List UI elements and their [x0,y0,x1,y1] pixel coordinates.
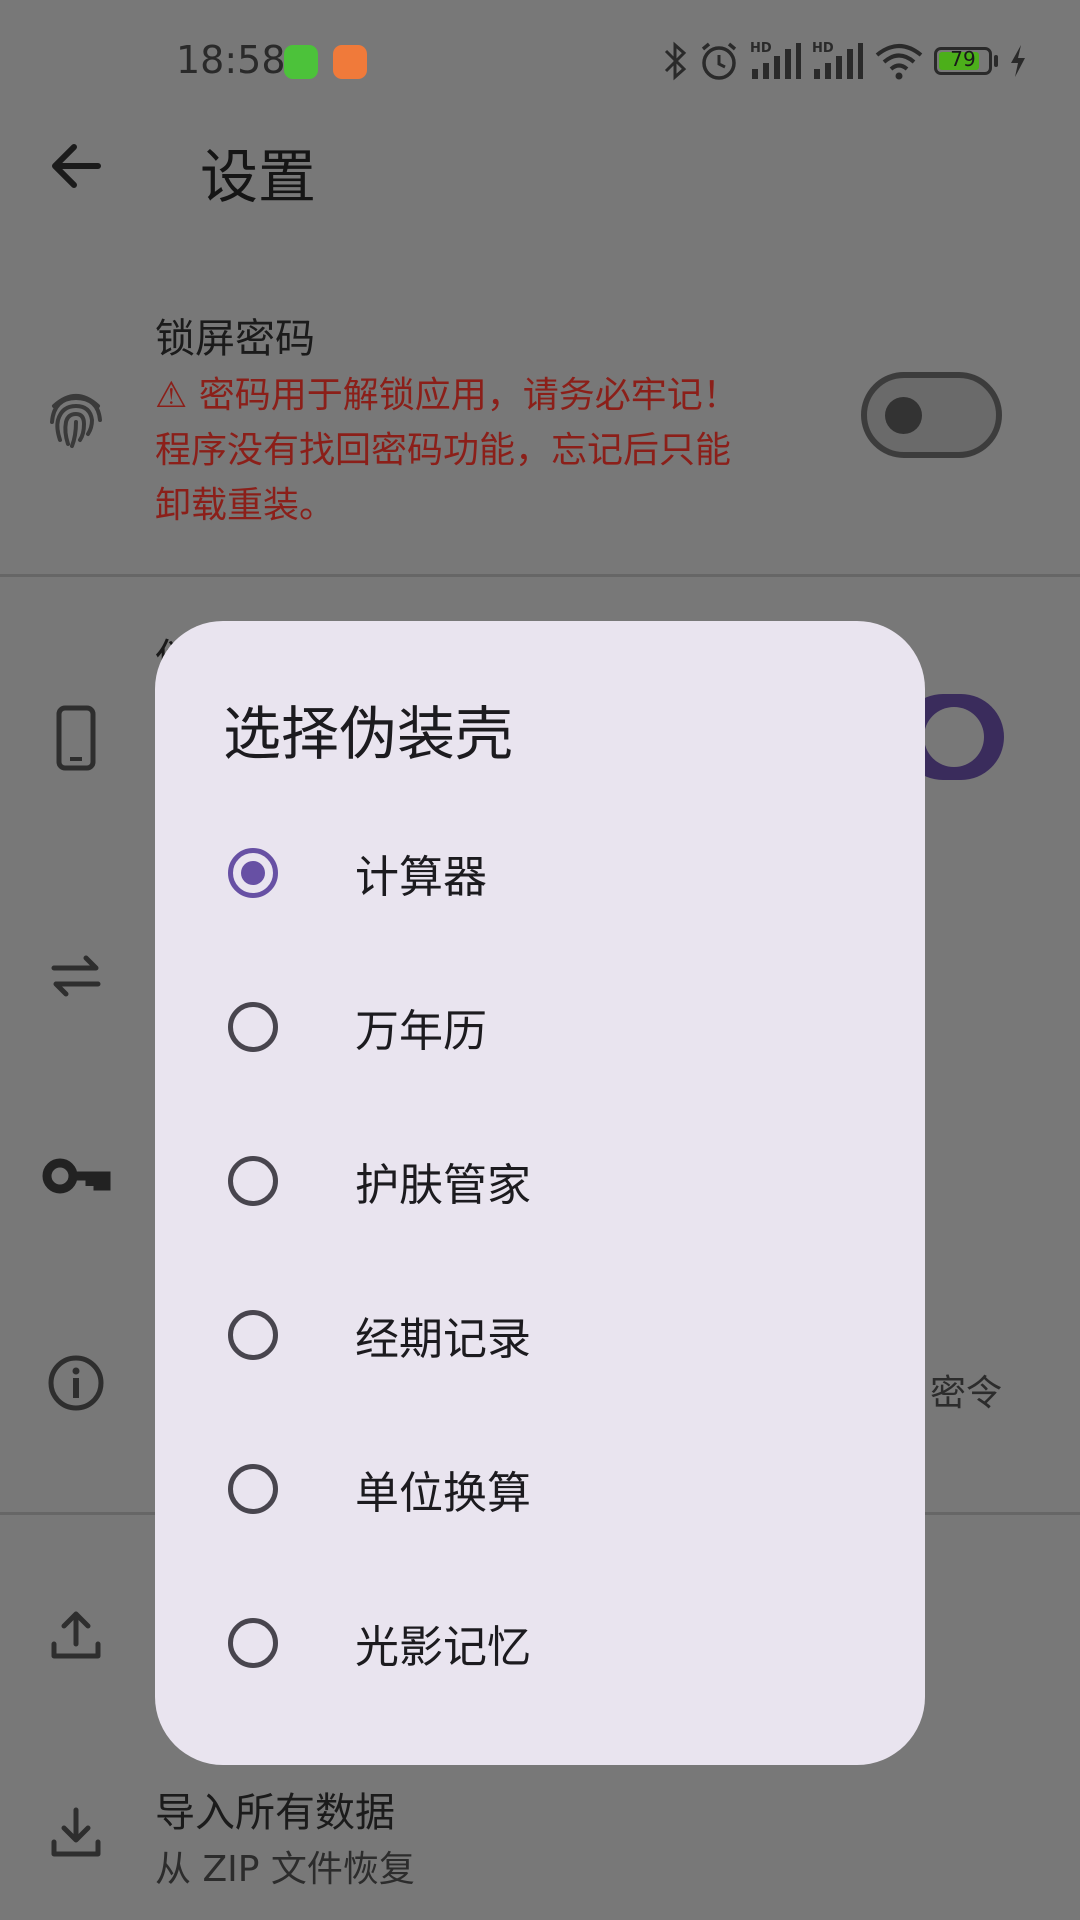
switch-knob [924,707,984,767]
disguise-option[interactable]: 光影记忆 [155,1566,925,1720]
swap-icon [40,940,112,1012]
disguise-option[interactable]: 万年历 [155,950,925,1104]
page-title: 设置 [200,143,317,211]
radio-unchecked-icon[interactable] [228,1156,278,1206]
notification-app-icon [333,45,367,79]
import-data-title[interactable]: 导入所有数据 [155,1780,395,1838]
signal-icon [752,43,801,79]
lock-password-title: 锁屏密码 [155,316,315,362]
status-icons: HD HD 79 [662,38,1028,84]
disguise-option[interactable]: 护肤管家 [155,1104,925,1258]
battery-tip [994,55,998,67]
disguise-picker-dialog: 选择伪装壳 计算器万年历护肤管家经期记录单位换算光影记忆 [155,621,925,1765]
lock-password-warning-line3: 卸载重装。 [155,485,336,526]
disguise-option-label: 单位换算 [355,1468,531,1519]
radio-checked-icon[interactable] [228,848,278,898]
lock-password-warning-line1: ⚠ 密码用于解锁应用，请务必牢记！ [155,375,739,416]
switch-knob [885,397,922,434]
bluetooth-icon [664,41,687,81]
radio-unchecked-icon[interactable] [228,1002,278,1052]
info-icon [40,1347,112,1419]
download-icon [40,1798,112,1870]
lock-password-switch[interactable] [861,372,1002,458]
dialog-title: 选择伪装壳 [223,700,514,768]
alarm-icon [701,42,737,80]
fingerprint-icon [40,382,112,454]
notification-app-icon [284,45,318,79]
disguise-option[interactable]: 经期记录 [155,1258,925,1412]
lock-password-warning-line2: 程序没有找回密码功能，忘记后只能 [155,430,732,471]
disguise-option-label: 护肤管家 [355,1160,531,1211]
radio-unchecked-icon[interactable] [228,1310,278,1360]
battery-icon: 79 [934,47,992,75]
arrow-back-icon [52,144,101,188]
back-button[interactable] [40,130,112,202]
cellular-signal-1: HD [750,41,802,81]
section-divider [0,574,1080,577]
cellular-signal-2: HD [812,41,864,81]
upload-icon [40,1600,112,1672]
battery-level: 79 [950,47,976,71]
status-time: 18:58 [176,38,286,82]
phone-icon [40,702,112,774]
info-subtitle-partial: 密令 [930,1373,1003,1414]
disguise-option-label: 计算器 [355,852,487,903]
radio-unchecked-icon[interactable] [228,1618,278,1668]
charging-icon [1011,45,1025,77]
wifi-icon [875,44,923,80]
disguise-option[interactable]: 单位换算 [155,1412,925,1566]
disguise-option-label: 经期记录 [355,1314,531,1365]
disguise-option[interactable]: 计算器 [155,796,925,950]
key-icon [40,1140,112,1212]
signal-icon [814,43,863,79]
radio-unchecked-icon[interactable] [228,1464,278,1514]
disguise-option-label: 万年历 [355,1006,487,1057]
import-data-subtitle: 从 ZIP 文件恢复 [155,1849,415,1890]
disguise-option-label: 光影记忆 [355,1622,531,1673]
